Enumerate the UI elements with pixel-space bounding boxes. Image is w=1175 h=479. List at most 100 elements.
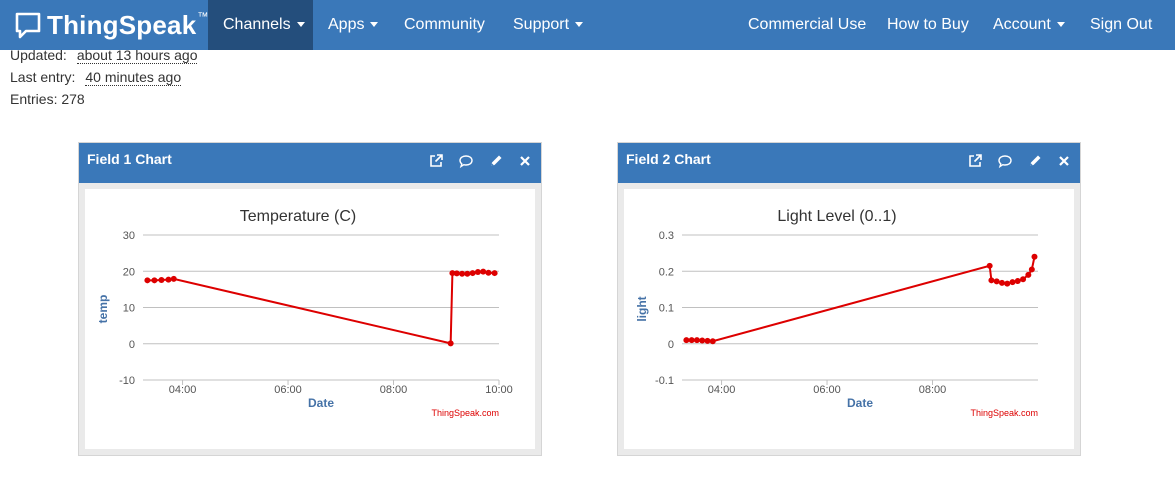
data-point xyxy=(158,276,165,283)
brand-name: ThingSpeak xyxy=(47,9,197,40)
nav-sign-out-label: Sign Out xyxy=(1090,16,1153,33)
panel-title: Field 1 Chart xyxy=(87,151,172,167)
updated-label: Updated: xyxy=(10,47,67,63)
data-point xyxy=(1020,276,1027,283)
nav-how-to-buy[interactable]: How to Buy xyxy=(872,0,978,50)
chart-credit: ThingSpeak.com xyxy=(431,408,499,418)
panel-header: Field 2 Chart xyxy=(618,143,1080,183)
nav-channels-label: Channels xyxy=(223,16,291,33)
field-2-chart-panel: Field 2 Chart Light Level (0..1) 0.3 0.2 0.… xyxy=(617,142,1081,456)
data-point xyxy=(453,270,460,277)
chart-area: Light Level (0..1) 0.3 0.2 0.1 0 -0.1 04:00 06:… xyxy=(624,189,1074,449)
data-point xyxy=(693,337,700,344)
chevron-down-icon xyxy=(575,22,584,28)
temperature-chart: Temperature (C) 30 20 10 0 -10 04:00 06:00 08:00… xyxy=(96,208,513,418)
nav-community[interactable]: Community xyxy=(389,0,498,50)
nav-apps[interactable]: Apps xyxy=(313,0,389,50)
y-axis-label: light xyxy=(635,296,649,321)
chevron-down-icon xyxy=(370,22,379,28)
nav-account[interactable]: Account xyxy=(978,0,1075,50)
x-tick-label: 04:00 xyxy=(708,384,736,396)
y-tick-label: 0.3 xyxy=(659,230,674,242)
data-point xyxy=(491,270,498,277)
data-point xyxy=(480,268,487,275)
data-point xyxy=(144,277,151,284)
data-point xyxy=(709,338,716,345)
data-point xyxy=(998,279,1005,286)
data-point xyxy=(1014,278,1021,285)
chevron-down-icon xyxy=(296,22,305,28)
y-tick-label: 0.2 xyxy=(659,266,674,278)
last-entry-row: Last entry: 40 minutes ago xyxy=(10,69,182,86)
x-axis-label: Date xyxy=(308,396,334,410)
comment-icon[interactable] xyxy=(997,153,1013,169)
data-point xyxy=(464,270,471,277)
y-tick-label: 10 xyxy=(123,303,135,315)
x-tick-label: 08:00 xyxy=(919,384,947,396)
speech-bubble-logo-icon xyxy=(15,12,41,39)
data-point xyxy=(688,337,695,344)
y-tick-label: 20 xyxy=(123,266,135,278)
y-tick-label: 0 xyxy=(668,339,674,351)
last-entry-value: 40 minutes ago xyxy=(85,69,182,86)
pencil-icon[interactable] xyxy=(1027,153,1043,169)
data-point xyxy=(988,277,995,284)
nav-support-label: Support xyxy=(513,16,570,33)
nav-support[interactable]: Support xyxy=(498,0,596,50)
external-link-icon[interactable] xyxy=(428,153,444,169)
nav-account-label: Account xyxy=(993,16,1051,33)
nav-channels[interactable]: Channels xyxy=(208,0,313,50)
data-point xyxy=(993,278,1000,285)
y-tick-label: 0.1 xyxy=(659,303,674,315)
pencil-icon[interactable] xyxy=(488,153,504,169)
y-tick-label: 30 xyxy=(123,230,135,242)
y-axis-label: temp xyxy=(96,295,110,324)
x-tick-label: 06:00 xyxy=(274,384,302,396)
light-level-chart: Light Level (0..1) 0.3 0.2 0.1 0 -0.1 04:00 06:… xyxy=(635,208,1038,418)
x-tick-label: 04:00 xyxy=(169,384,197,396)
nav-community-label: Community xyxy=(404,16,485,33)
data-point xyxy=(485,269,492,276)
y-tick-label: -10 xyxy=(119,375,135,387)
x-tick-label: 08:00 xyxy=(380,384,408,396)
series-line xyxy=(686,256,1036,343)
nav-commercial-use-label: Commercial Use xyxy=(748,16,867,33)
data-point xyxy=(1009,279,1016,286)
chevron-down-icon xyxy=(1056,22,1065,28)
data-point xyxy=(474,268,481,275)
chart-credit: ThingSpeak.com xyxy=(970,408,1038,418)
y-tick-label: -0.1 xyxy=(655,375,674,387)
data-point xyxy=(447,340,454,347)
data-point xyxy=(459,270,466,277)
nav-how-to-buy-label: How to Buy xyxy=(887,16,969,33)
thingspeak-logo[interactable]: ThingSpeak ™ xyxy=(14,8,208,42)
comment-icon[interactable] xyxy=(458,153,474,169)
data-point xyxy=(1028,266,1035,273)
nav-commercial-use[interactable]: Commercial Use xyxy=(733,0,872,50)
data-point xyxy=(151,277,158,284)
entries-count: Entries: 278 xyxy=(10,91,85,107)
data-point xyxy=(683,337,690,344)
data-point xyxy=(469,270,476,277)
chart-title: Light Level (0..1) xyxy=(777,208,896,225)
data-point xyxy=(1025,271,1032,278)
close-icon[interactable] xyxy=(517,153,533,169)
chart-title: Temperature (C) xyxy=(240,208,356,225)
x-tick-label: 10:00 xyxy=(485,384,513,396)
updated-value: about 13 hours ago xyxy=(76,47,198,64)
data-point xyxy=(170,275,177,282)
x-tick-label: 06:00 xyxy=(813,384,841,396)
nav-sign-out[interactable]: Sign Out xyxy=(1075,0,1175,50)
panel-title: Field 2 Chart xyxy=(626,151,711,167)
chart-area: Temperature (C) 30 20 10 0 -10 04:00 06:00 08:00… xyxy=(85,189,535,449)
brand-trademark: ™ xyxy=(197,11,209,23)
field-1-chart-panel: Field 1 Chart Temperature (C) 30 20 10 0 -10 0… xyxy=(78,142,542,456)
nav-apps-label: Apps xyxy=(328,16,365,33)
data-point xyxy=(1004,280,1011,287)
external-link-icon[interactable] xyxy=(967,153,983,169)
data-point xyxy=(165,276,172,283)
close-icon[interactable] xyxy=(1056,153,1072,169)
last-entry-label: Last entry: xyxy=(10,69,76,85)
top-navbar: ThingSpeak ™ Channels Apps Community Sup… xyxy=(0,0,1175,50)
data-point xyxy=(699,337,706,344)
